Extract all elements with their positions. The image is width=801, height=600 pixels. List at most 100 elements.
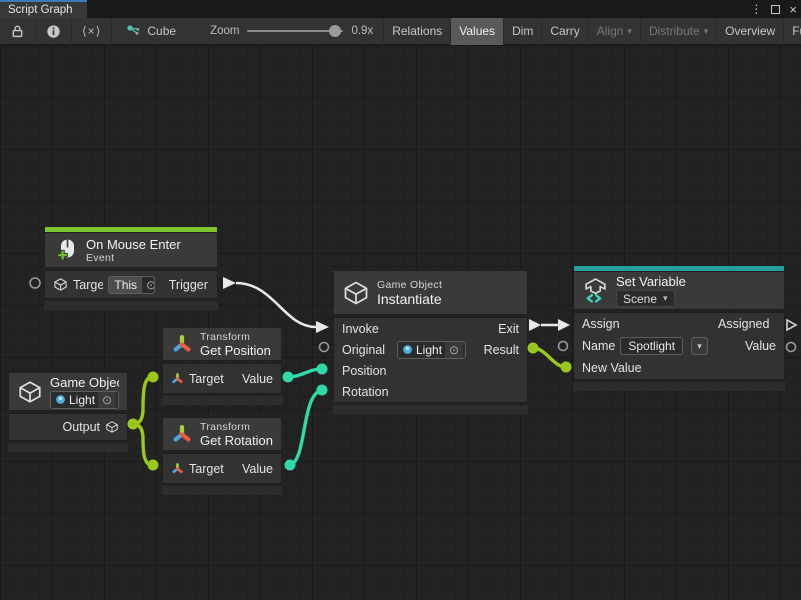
- object-picker-icon[interactable]: ⊙: [98, 392, 116, 408]
- node-instantiate[interactable]: Game Object Instantiate Invoke Exit Orig…: [333, 270, 528, 414]
- zoom-label: Zoom: [210, 25, 239, 37]
- port-row: Position: [334, 360, 527, 381]
- vector-wire[interactable]: [290, 390, 321, 465]
- target-value-field[interactable]: This ⊙: [108, 276, 154, 294]
- target-port-label: Target: [73, 278, 103, 292]
- object-picker-icon[interactable]: ⊙: [445, 342, 463, 358]
- vector-wire[interactable]: [288, 369, 321, 377]
- tab-bar: Script Graph ⋮ ×: [0, 0, 801, 18]
- node-category: Transform: [200, 331, 273, 343]
- port-row: Assign Assigned: [574, 313, 784, 335]
- zoom-slider-handle[interactable]: [329, 25, 341, 37]
- value-port-label: Value: [242, 372, 273, 386]
- object-wire[interactable]: [133, 377, 152, 424]
- fullscreen-button[interactable]: Full Screen: [783, 18, 801, 45]
- node-title: Get Rotation: [200, 433, 273, 448]
- object-wire[interactable]: [533, 348, 566, 367]
- node-footer: [162, 486, 282, 495]
- tab-script-graph[interactable]: Script Graph: [0, 0, 87, 18]
- event-target-port[interactable]: [30, 278, 40, 288]
- lock-icon: [10, 24, 25, 39]
- node-game-object-literal[interactable]: Game Object Light ⊙ Output: [8, 372, 128, 452]
- value-port-label: Value: [745, 339, 776, 353]
- invoke-flow-port[interactable]: [316, 321, 329, 333]
- values-button[interactable]: Values: [450, 18, 503, 45]
- graph-toolbar: ⟨×⟩ Cube Zoom 0.9x Relations: [0, 18, 801, 45]
- position-port-label: Position: [342, 364, 386, 378]
- tab-title: Script Graph: [8, 4, 73, 16]
- maximize-icon[interactable]: [771, 5, 780, 14]
- chevron-down-icon[interactable]: ▾: [691, 337, 708, 355]
- target-port[interactable]: [148, 460, 159, 471]
- object-field[interactable]: Light ⊙: [397, 341, 466, 359]
- target-port-label: Target: [189, 372, 224, 386]
- info-button[interactable]: [36, 18, 72, 45]
- light-icon: [402, 344, 413, 355]
- trigger-flow-port[interactable]: [223, 277, 236, 289]
- zoom-control: Zoom 0.9x: [186, 25, 383, 37]
- node-title: Game Object: [50, 375, 119, 390]
- kebab-menu-icon[interactable]: ⋮: [750, 3, 762, 15]
- assigned-port-label: Assigned: [718, 317, 776, 331]
- name-port[interactable]: [559, 342, 568, 351]
- new-value-port[interactable]: [561, 362, 572, 373]
- script-graph-icon: [126, 24, 141, 39]
- output-port[interactable]: [128, 419, 139, 430]
- exit-flow-port[interactable]: [529, 319, 541, 331]
- graph-breadcrumb[interactable]: Cube: [112, 24, 186, 39]
- chevron-down-icon: ▾: [663, 293, 668, 304]
- graph-canvas[interactable]: On Mouse Enter Event Target This ⊙ Trigg…: [0, 45, 801, 600]
- port-row: Original Light ⊙ Result: [334, 339, 527, 360]
- position-port[interactable]: [317, 364, 328, 375]
- value-out-port[interactable]: [787, 343, 796, 352]
- node-footer: [573, 382, 785, 391]
- result-port[interactable]: [528, 343, 539, 354]
- original-port-label: Original: [342, 343, 392, 357]
- node-footer: [44, 301, 218, 310]
- value-port[interactable]: [285, 460, 296, 471]
- original-port[interactable]: [320, 343, 329, 352]
- node-footer: [162, 396, 282, 405]
- node-title: On Mouse Enter: [86, 237, 181, 252]
- output-port-label: Output: [62, 420, 100, 434]
- carry-button[interactable]: Carry: [541, 18, 587, 45]
- assigned-flow-port[interactable]: [787, 320, 796, 330]
- light-icon: [55, 394, 66, 405]
- value-port[interactable]: [283, 372, 294, 383]
- graph-name: Cube: [147, 24, 176, 38]
- port-row: Output: [9, 414, 127, 440]
- rotation-port[interactable]: [317, 385, 328, 396]
- edit-source-button[interactable]: ⟨×⟩: [72, 18, 112, 45]
- overview-button[interactable]: Overview: [716, 18, 783, 45]
- node-title: Set Variable: [616, 274, 686, 289]
- transform-icon: [171, 423, 193, 445]
- assign-flow-port[interactable]: [558, 319, 570, 331]
- node-get-rotation[interactable]: Transform Get Rotation Target Value: [162, 417, 282, 495]
- variable-scope-dropdown[interactable]: Scene ▾: [616, 290, 675, 307]
- name-port-label: Name: [582, 339, 615, 353]
- variable-name-dropdown[interactable]: Spotlight: [620, 337, 683, 355]
- node-on-mouse-enter[interactable]: On Mouse Enter Event Target This ⊙ Trigg…: [44, 226, 218, 310]
- zoom-value: 0.9x: [351, 25, 373, 37]
- result-port-label: Result: [484, 343, 519, 357]
- close-icon[interactable]: ×: [789, 3, 797, 16]
- game-object-cube-icon: [342, 279, 370, 307]
- zoom-slider[interactable]: [247, 30, 343, 32]
- object-field[interactable]: Light ⊙: [50, 391, 119, 409]
- transform-icon: [171, 333, 193, 355]
- target-port[interactable]: [148, 372, 159, 383]
- dim-button[interactable]: Dim: [503, 18, 541, 45]
- align-dropdown[interactable]: Align▾: [588, 18, 640, 45]
- value-port-label: Value: [242, 462, 273, 476]
- relations-button[interactable]: Relations: [383, 18, 450, 45]
- object-picker-icon[interactable]: ⊙: [142, 278, 155, 292]
- mouse-event-icon: [53, 237, 79, 263]
- distribute-dropdown[interactable]: Distribute▾: [640, 18, 716, 45]
- node-footer: [8, 443, 128, 452]
- flow-wire[interactable]: [236, 283, 316, 327]
- lock-button[interactable]: [0, 18, 36, 45]
- game-object-cube-icon: [17, 379, 43, 405]
- object-wire[interactable]: [133, 424, 152, 465]
- node-get-position[interactable]: Transform Get Position Target Value: [162, 327, 282, 405]
- node-set-variable[interactable]: Set Variable Scene ▾ Assign Assigned Nam…: [573, 265, 785, 391]
